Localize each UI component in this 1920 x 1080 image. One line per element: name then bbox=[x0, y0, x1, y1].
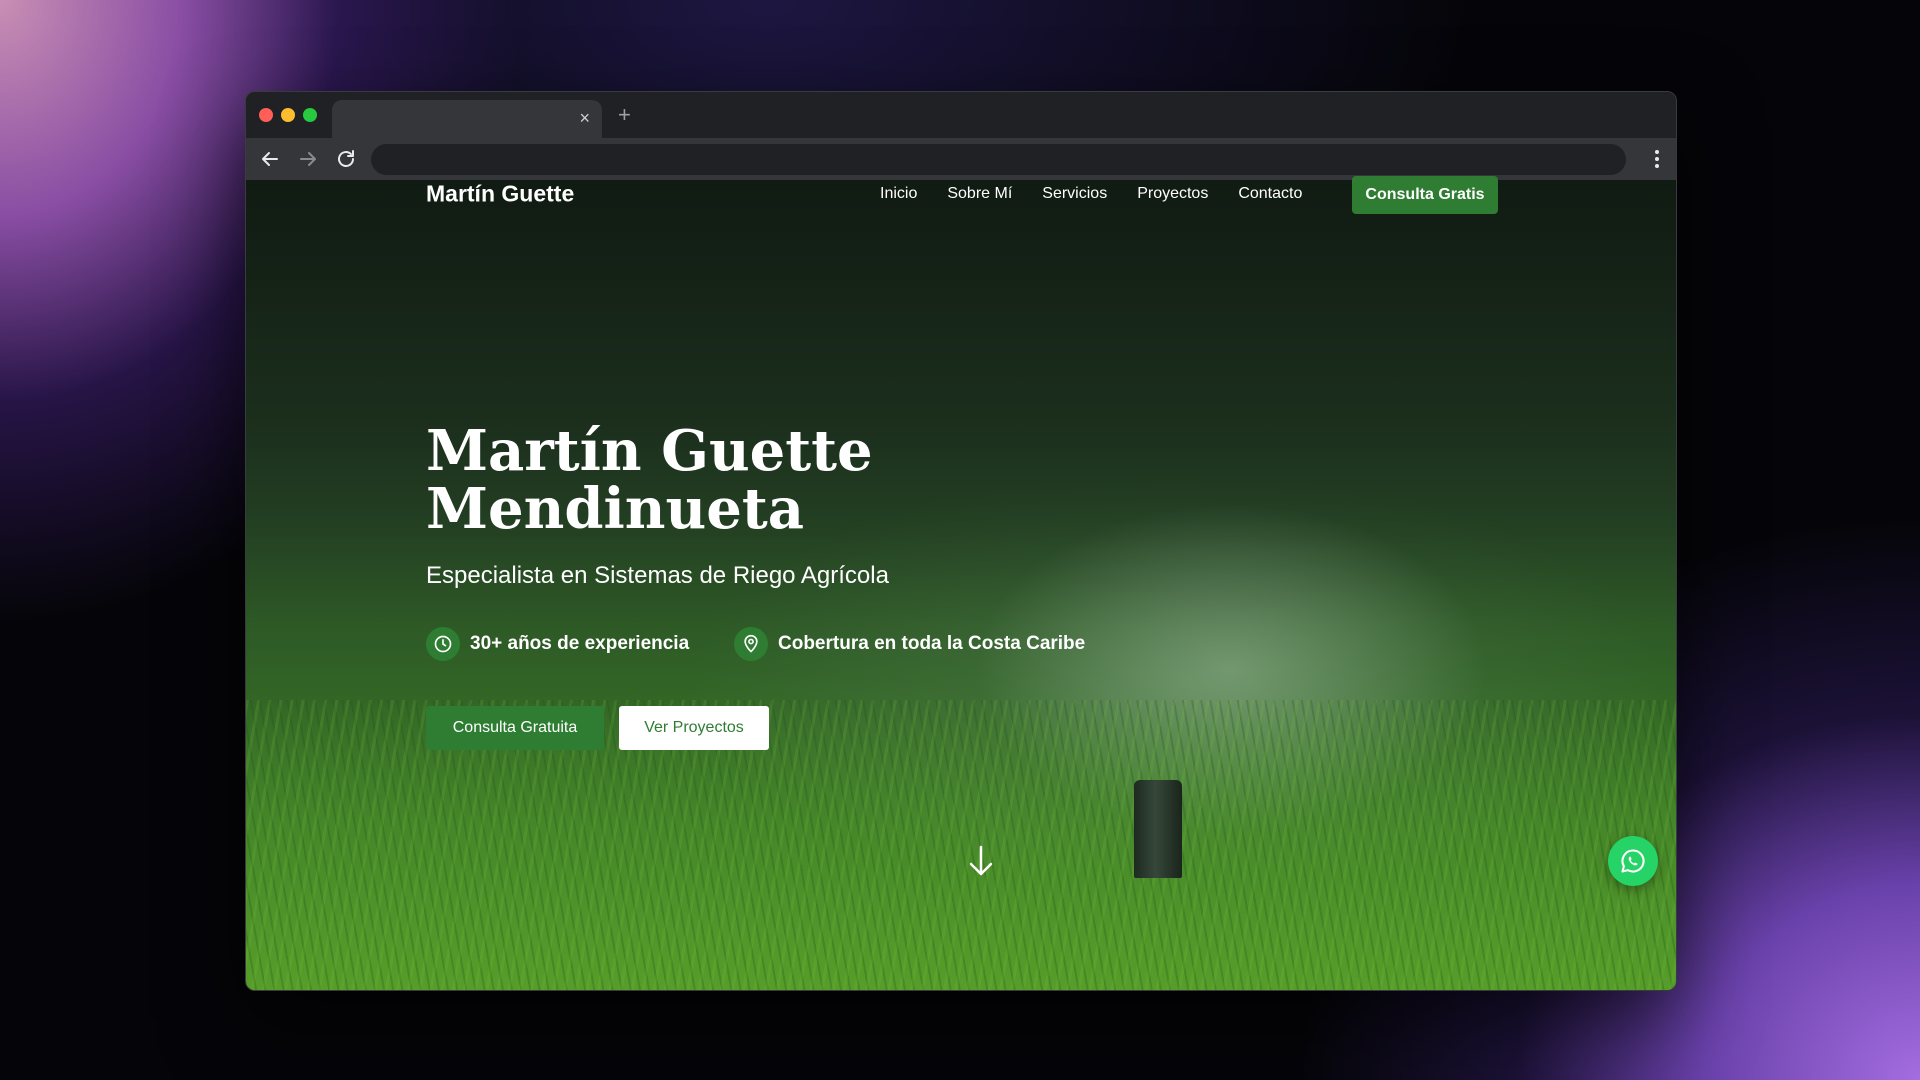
hero-title-line-1: Martín Guette bbox=[426, 418, 873, 484]
forward-arrow-icon[interactable] bbox=[296, 147, 320, 171]
sprinkler-head-image bbox=[1134, 780, 1182, 878]
whatsapp-button[interactable] bbox=[1608, 836, 1658, 886]
back-arrow-icon[interactable] bbox=[258, 147, 282, 171]
location-pin-icon bbox=[734, 627, 768, 661]
new-tab-button[interactable]: + bbox=[618, 103, 631, 127]
whatsapp-icon bbox=[1621, 849, 1645, 873]
nav-link-inicio[interactable]: Inicio bbox=[880, 178, 917, 210]
ver-proyectos-button[interactable]: Ver Proyectos bbox=[619, 706, 769, 750]
main-nav: Inicio Sobre Mí Servicios Proyectos Cont… bbox=[880, 178, 1332, 210]
nav-link-contacto[interactable]: Contacto bbox=[1238, 178, 1302, 210]
close-window-button[interactable] bbox=[259, 108, 273, 122]
browser-tab[interactable]: × bbox=[332, 100, 602, 138]
nav-link-proyectos[interactable]: Proyectos bbox=[1137, 178, 1208, 210]
hero-subtitle: Especialista en Sistemas de Riego Agríco… bbox=[426, 562, 889, 589]
browser-titlebar: × + bbox=[246, 92, 1676, 138]
nav-link-servicios[interactable]: Servicios bbox=[1042, 178, 1107, 210]
feature-experience: 30+ años de experiencia bbox=[426, 626, 689, 662]
clock-icon bbox=[426, 627, 460, 661]
hero-title: Martín Guette Mendinueta bbox=[426, 422, 1326, 538]
browser-window: × + Martín Guette Inicio Sobre Mí Servic… bbox=[245, 91, 1677, 991]
minimize-window-button[interactable] bbox=[281, 108, 295, 122]
feature-experience-text: 30+ años de experiencia bbox=[470, 633, 690, 654]
site-logo[interactable]: Martín Guette bbox=[426, 181, 574, 208]
maximize-window-button[interactable] bbox=[303, 108, 317, 122]
hero-title-line-2: Mendinueta bbox=[426, 476, 804, 542]
feature-coverage: Cobertura en toda la Costa Caribe bbox=[734, 626, 1085, 662]
address-bar[interactable] bbox=[371, 144, 1626, 175]
consulta-gratuita-button[interactable]: Consulta Gratuita bbox=[426, 706, 604, 750]
nav-link-sobre-mi[interactable]: Sobre Mí bbox=[947, 178, 1012, 210]
tab-close-icon[interactable]: × bbox=[579, 108, 590, 128]
feature-coverage-text: Cobertura en toda la Costa Caribe bbox=[778, 633, 1086, 654]
consulta-gratis-button[interactable]: Consulta Gratis bbox=[1352, 176, 1498, 214]
scroll-down-arrow-icon[interactable] bbox=[966, 844, 996, 878]
reload-icon[interactable] bbox=[334, 147, 358, 171]
kebab-menu-icon[interactable] bbox=[1654, 149, 1660, 169]
browser-toolbar bbox=[246, 138, 1676, 180]
